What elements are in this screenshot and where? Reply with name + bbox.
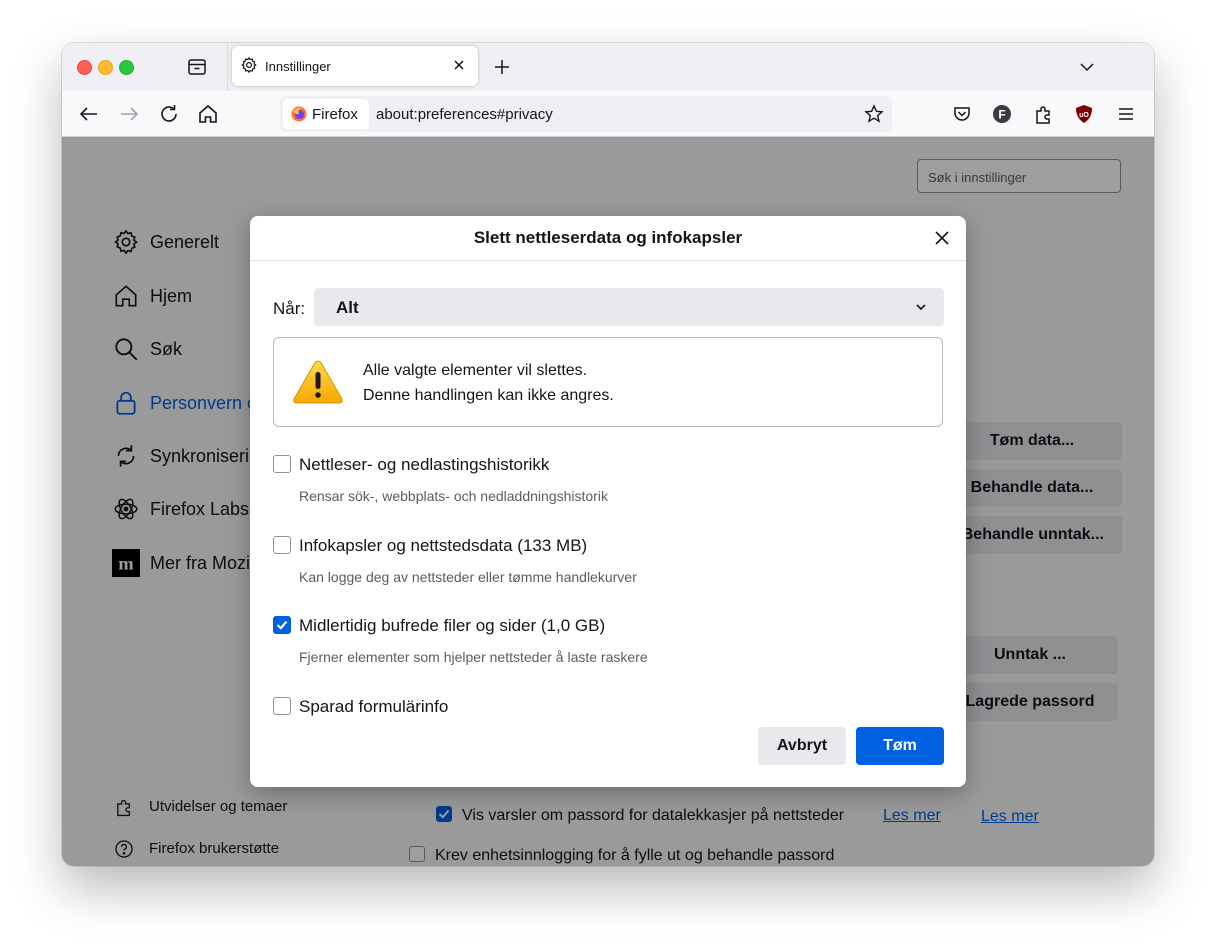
cache-label[interactable]: Midlertidig bufrede filer og sider (1,0 … xyxy=(299,616,605,636)
time-range-label: Når: xyxy=(273,299,306,318)
warning-line-2: Denne handlingen kan ikke angres. xyxy=(363,387,614,404)
firefox-logo-icon xyxy=(291,106,307,122)
firefox-view-icon[interactable] xyxy=(186,56,208,78)
close-icon[interactable] xyxy=(932,228,952,248)
cache-description: Fjerner elementer som hjelper nettsteder… xyxy=(299,649,648,665)
bookmark-star-icon[interactable] xyxy=(864,104,884,124)
home-icon[interactable] xyxy=(195,101,221,127)
cookies-label[interactable]: Infokapsler og nettstedsdata (133 MB) xyxy=(299,536,587,556)
tab-title: Innstillinger xyxy=(265,59,331,74)
warning-triangle-icon xyxy=(292,359,344,405)
close-window-button[interactable] xyxy=(77,60,92,75)
minimize-window-button[interactable] xyxy=(98,60,113,75)
svg-text:F: F xyxy=(998,108,1005,122)
identity-label: Firefox xyxy=(312,106,358,123)
back-arrow-icon[interactable] xyxy=(76,101,102,127)
cancel-button[interactable]: Avbryt xyxy=(758,727,846,765)
navigation-toolbar: Firefox about:preferences#privacy F uO xyxy=(62,91,1154,137)
hamburger-menu-icon[interactable] xyxy=(1113,101,1139,127)
pocket-icon[interactable] xyxy=(949,101,975,127)
gear-icon xyxy=(240,56,258,74)
url-bar[interactable]: Firefox about:preferences#privacy xyxy=(280,96,892,132)
form-data-label[interactable]: Sparad formulärinfo xyxy=(299,697,448,717)
history-description: Rensar sök-, webbplats- och nedladdnings… xyxy=(299,488,608,504)
forward-arrow-icon[interactable] xyxy=(116,101,142,127)
warning-box: Alle valgte elementer vil slettes. Denne… xyxy=(273,337,943,427)
identity-box[interactable]: Firefox xyxy=(283,99,369,129)
url-text[interactable]: about:preferences#privacy xyxy=(376,106,553,123)
warning-line-1: Alle valgte elementer vil slettes. xyxy=(363,362,588,379)
history-checkbox[interactable] xyxy=(273,455,291,473)
extensions-puzzle-icon[interactable] xyxy=(1030,101,1056,127)
account-avatar[interactable]: F xyxy=(989,101,1015,127)
cookies-checkbox[interactable] xyxy=(273,536,291,554)
clear-button[interactable]: Tøm xyxy=(856,727,944,765)
clear-data-dialog: Slett nettleserdata og infokapsler Når: … xyxy=(250,216,966,787)
chevron-down-icon[interactable] xyxy=(1076,56,1098,78)
ublock-shield-icon[interactable]: uO xyxy=(1071,101,1097,127)
cache-checkbox[interactable] xyxy=(273,616,291,634)
chevron-down-icon xyxy=(914,300,928,314)
close-tab-icon[interactable] xyxy=(450,56,468,74)
svg-text:uO: uO xyxy=(1079,112,1089,119)
reload-icon[interactable] xyxy=(156,101,182,127)
new-tab-plus-icon[interactable] xyxy=(490,55,514,79)
tab-strip: Innstillinger xyxy=(62,43,1154,91)
time-range-select[interactable]: Alt xyxy=(314,288,944,326)
cookies-description: Kan logge deg av nettsteder eller tømme … xyxy=(299,569,637,585)
zoom-window-button[interactable] xyxy=(119,60,134,75)
dialog-divider xyxy=(250,260,966,261)
tab-separator xyxy=(227,43,228,91)
browser-window: Innstillinger Firefox about:preferences#… xyxy=(62,43,1154,866)
dialog-title: Slett nettleserdata og infokapsler xyxy=(473,228,743,247)
time-range-value: Alt xyxy=(336,298,359,317)
tab-settings[interactable]: Innstillinger xyxy=(232,46,478,86)
form-data-checkbox[interactable] xyxy=(273,697,291,715)
history-label[interactable]: Nettleser- og nedlastingshistorikk xyxy=(299,455,549,475)
